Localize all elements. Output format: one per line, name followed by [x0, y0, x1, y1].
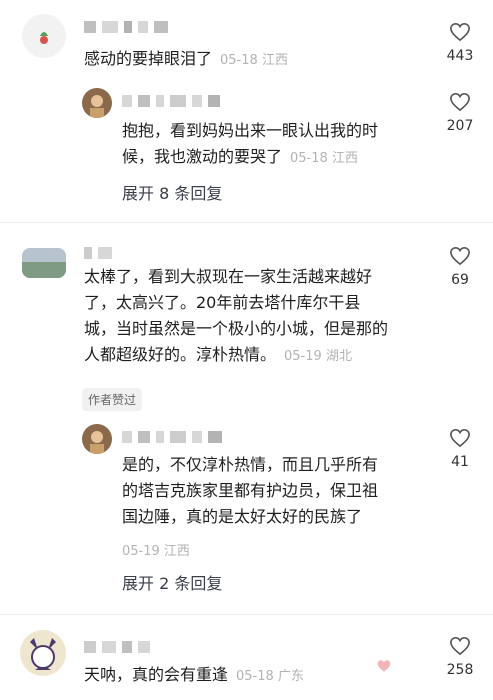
like-count: 69	[451, 272, 469, 288]
avatar[interactable]	[22, 248, 66, 278]
comment-text: 感动的要掉眼泪了 05-18 江西	[84, 46, 288, 74]
reply-meta: 05-19 江西	[122, 544, 190, 559]
comment-line: 了，太高兴了。20年前去塔什库尔干县	[84, 293, 361, 312]
username[interactable]	[84, 20, 168, 34]
heart-outline-icon	[450, 428, 470, 448]
avatar[interactable]	[20, 630, 66, 676]
heart-outline-icon	[450, 636, 470, 656]
heart-outline-icon	[450, 92, 470, 112]
like-count: 41	[451, 454, 469, 470]
heart-float-icon	[376, 658, 392, 677]
comment-body: 天呐，真的会有重逢	[84, 665, 229, 684]
comment-line: 城，当时虽然是一个极小的小城，但是那的	[84, 319, 389, 338]
reply-line: 抱抱，看到妈妈出来一眼认出我的时	[122, 121, 379, 140]
like-button[interactable]: 207	[440, 92, 480, 134]
reply-text: 是的，不仅淳朴热情，而且几乎所有 的塔吉克族家里都有护边员，保卫祖 国边陲，真的…	[122, 452, 422, 530]
comment-meta: 05-19 湖北	[284, 349, 352, 364]
reply-text: 抱抱，看到妈妈出来一眼认出我的时 候，我也激动的要哭了 05-18 江西	[122, 118, 422, 172]
divider	[0, 222, 493, 223]
reply-line: 国边陲，真的是太好太好的民族了	[122, 507, 363, 526]
reply-line: 候，我也激动的要哭了	[122, 147, 283, 166]
comment-text: 太棒了，看到大叔现在一家生活越来越好 了，太高兴了。20年前去塔什库尔干县 城，…	[84, 264, 424, 370]
like-count: 207	[446, 118, 474, 134]
comment-line: 人都超级好的。淳朴热情。	[84, 345, 277, 364]
divider	[0, 614, 493, 615]
reply-line: 的塔吉克族家里都有护边员，保卫祖	[122, 481, 379, 500]
like-button[interactable]: 258	[440, 636, 480, 678]
like-button[interactable]: 41	[440, 428, 480, 470]
heart-outline-icon	[450, 22, 470, 42]
expand-replies-button[interactable]: 展开 8 条回复	[122, 180, 222, 204]
heart-outline-icon	[450, 246, 470, 266]
avatar[interactable]	[82, 88, 112, 118]
avatar[interactable]	[22, 14, 66, 58]
avatar-image	[40, 32, 48, 44]
comment-meta: 05-18 江西	[220, 53, 288, 68]
username[interactable]	[122, 430, 222, 444]
like-count: 258	[446, 662, 474, 678]
like-button[interactable]: 69	[440, 246, 480, 288]
comment-body: 感动的要掉眼泪了	[84, 49, 213, 68]
comment-text: 天呐，真的会有重逢 05-18 广东	[84, 662, 304, 690]
author-liked-badge: 作者赞过	[82, 388, 143, 411]
reply-meta: 05-18 江西	[290, 151, 358, 166]
reply-line: 是的，不仅淳朴热情，而且几乎所有	[122, 455, 379, 474]
avatar[interactable]	[82, 424, 112, 454]
like-button[interactable]: 443	[440, 22, 480, 64]
avatar-image	[30, 638, 56, 670]
avatar-image	[22, 248, 66, 278]
avatar-image	[90, 95, 104, 118]
comment-line: 太棒了，看到大叔现在一家生活越来越好	[84, 267, 373, 286]
avatar-image	[90, 431, 104, 454]
expand-replies-button[interactable]: 展开 2 条回复	[122, 570, 222, 594]
username[interactable]	[122, 94, 220, 108]
like-count: 443	[446, 48, 474, 64]
comment-meta: 05-18 广东	[236, 669, 304, 684]
username[interactable]	[84, 246, 112, 260]
username[interactable]	[84, 640, 150, 654]
